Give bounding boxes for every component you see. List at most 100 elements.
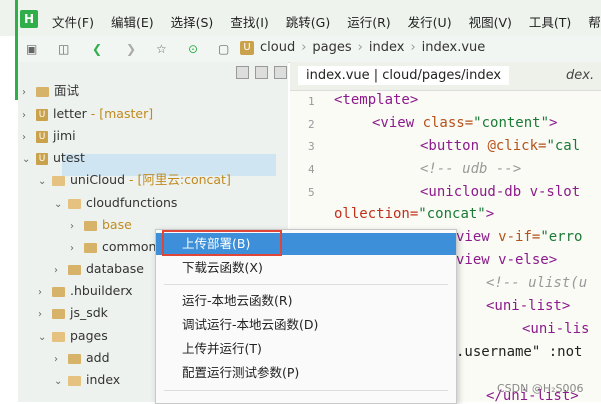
chevron-down-icon: ⌄ <box>38 332 47 343</box>
collapse-all-icon[interactable] <box>236 66 249 79</box>
tree-item[interactable]: › common <box>70 236 156 258</box>
star-icon[interactable]: ☆ <box>156 42 167 56</box>
tree-item[interactable]: ⌄ uniCloud - [阿里云:concat] <box>38 169 231 191</box>
tree-item[interactable]: ⌄ index <box>54 369 120 391</box>
code-line: .username" :not <box>456 344 583 360</box>
folder-open-icon <box>52 175 65 186</box>
chevron-right-icon: › <box>357 40 363 55</box>
breadcrumb-cloud[interactable]: cloud <box>260 40 295 55</box>
project-icon: U <box>240 40 254 55</box>
menu-view[interactable]: 视图(V) <box>469 12 512 31</box>
tree-item-label: js_sdk <box>70 305 108 320</box>
menu-select[interactable]: 选择(S) <box>171 12 214 31</box>
code-line: <!-- ulist(u <box>486 275 588 291</box>
chevron-down-icon: ⌄ <box>22 154 31 165</box>
code-line: <uni-lis <box>522 321 590 337</box>
new-file-icon[interactable]: ▣ <box>26 42 37 56</box>
menu-bar: H 文件(F) 编辑(E) 选择(S) 查找(I) 跳转(G) 运行(R) 发行… <box>0 0 601 36</box>
tree-item[interactable]: › js_sdk <box>38 302 108 324</box>
line-number: 3 <box>308 140 315 153</box>
folder-open-icon <box>52 331 65 342</box>
tree-item[interactable]: ⌄ pages <box>38 325 108 347</box>
menu-file[interactable]: 文件(F) <box>52 12 94 31</box>
toolbar: ▣ ◫ ❮ ❯ ☆ ⊙ ▢ U cloud › pages › index › … <box>18 36 601 63</box>
menu-item-run-local[interactable]: 运行-本地云函数(R) <box>156 290 456 312</box>
menu-goto[interactable]: 跳转(G) <box>286 12 330 31</box>
menu-items: 文件(F) 编辑(E) 选择(S) 查找(I) 跳转(G) 运行(R) 发行(U… <box>52 12 601 31</box>
tree-item-label: 面试 <box>54 83 80 98</box>
menu-item-download-function[interactable]: 下载云函数(X) <box>156 257 456 279</box>
tree-item[interactable]: ⌄ cloudfunctions <box>54 192 177 214</box>
tree-item[interactable]: › 面试 <box>22 80 79 102</box>
chevron-right-icon: › <box>54 265 58 276</box>
code-line: <!-- udb --> <box>420 161 522 177</box>
tab-index-vue[interactable]: index.vue | cloud/pages/index <box>298 66 510 85</box>
code-line: ollection="concat"> <box>334 206 495 222</box>
tree-item[interactable]: › Ujimi <box>22 125 76 147</box>
tree-item-label: utest <box>53 150 85 165</box>
refresh-icon[interactable] <box>255 66 268 79</box>
chevron-down-icon: ⌄ <box>38 176 47 187</box>
uniapp-project-icon: U <box>36 152 48 165</box>
folder-icon <box>52 286 65 297</box>
breadcrumb: U cloud › pages › index › index.vue <box>240 40 485 55</box>
line-number: 2 <box>308 118 315 131</box>
tree-item[interactable]: › database <box>54 258 144 280</box>
menu-run[interactable]: 运行(R) <box>347 12 390 31</box>
menu-divider <box>164 284 448 285</box>
tree-item-label: base <box>102 217 132 232</box>
tree-item-label: common <box>102 239 157 254</box>
tree-item-label: index <box>86 372 121 387</box>
hbuilderx-logo-icon: H <box>20 10 38 28</box>
cloud-provider-label: - [阿里云:concat] <box>125 172 231 187</box>
tree-item[interactable]: ⌄ Uutest <box>22 147 85 169</box>
chevron-right-icon: › <box>38 287 42 298</box>
line-number: 4 <box>308 163 315 176</box>
tree-item[interactable]: › Uletter - [master] <box>22 103 153 125</box>
menu-item-config-test-params[interactable]: 配置运行测试参数(P) <box>156 362 456 384</box>
code-line: <uni-list> <box>486 298 571 314</box>
tree-item-label: pages <box>70 328 108 343</box>
explorer-actions <box>236 66 287 79</box>
menu-find[interactable]: 查找(I) <box>230 12 268 31</box>
breadcrumb-file[interactable]: index.vue <box>422 40 486 55</box>
menu-item-debug-local[interactable]: 调试运行-本地云函数(D) <box>156 314 456 336</box>
uniapp-project-icon: U <box>36 108 48 121</box>
code-line: <unicloud-db v-slot <box>420 184 581 200</box>
back-icon[interactable]: ❮ <box>92 42 102 56</box>
tree-item[interactable]: › .hbuilderx <box>38 280 133 302</box>
forward-icon[interactable]: ❯ <box>126 42 136 56</box>
menu-edit[interactable]: 编辑(E) <box>111 12 154 31</box>
uniapp-project-icon: U <box>36 130 48 143</box>
tree-item-label: database <box>86 261 144 276</box>
code-line: view v-else> <box>456 252 558 268</box>
minimize-icon[interactable] <box>274 66 287 79</box>
folder-open-icon <box>68 198 81 209</box>
breadcrumb-index[interactable]: index <box>369 40 405 55</box>
menu-publish[interactable]: 发行(U) <box>408 12 452 31</box>
chevron-right-icon: › <box>70 243 74 254</box>
chevron-down-icon: ⌄ <box>54 376 63 387</box>
tree-item[interactable]: › add <box>54 347 110 369</box>
folder-open-icon <box>68 375 81 386</box>
git-branch-label: - [master] <box>86 106 154 121</box>
preview-icon[interactable]: ▢ <box>218 42 229 56</box>
folder-icon <box>52 308 65 319</box>
tree-item-base[interactable]: › base <box>70 214 132 236</box>
chevron-right-icon: › <box>70 221 74 232</box>
line-number: 1 <box>308 95 315 108</box>
editor-tabs: index.vue | cloud/pages/index dex. <box>290 62 601 91</box>
menu-help[interactable]: 帮助(Y) <box>588 12 601 31</box>
menu-item-upload-run[interactable]: 上传并运行(T) <box>156 338 456 360</box>
chevron-right-icon: › <box>54 354 58 365</box>
save-icon[interactable]: ◫ <box>58 42 69 56</box>
tree-item-label: uniCloud <box>70 172 126 187</box>
tab-other[interactable]: dex. <box>566 68 594 83</box>
menu-tools[interactable]: 工具(T) <box>529 12 571 31</box>
tree-item-label: add <box>86 350 110 365</box>
tree-item-label: jimi <box>53 128 76 143</box>
run-icon[interactable]: ⊙ <box>188 42 198 56</box>
code-line: view v-if="erro <box>456 229 583 245</box>
tree-item-label: letter <box>53 106 87 121</box>
breadcrumb-pages[interactable]: pages <box>312 40 351 55</box>
